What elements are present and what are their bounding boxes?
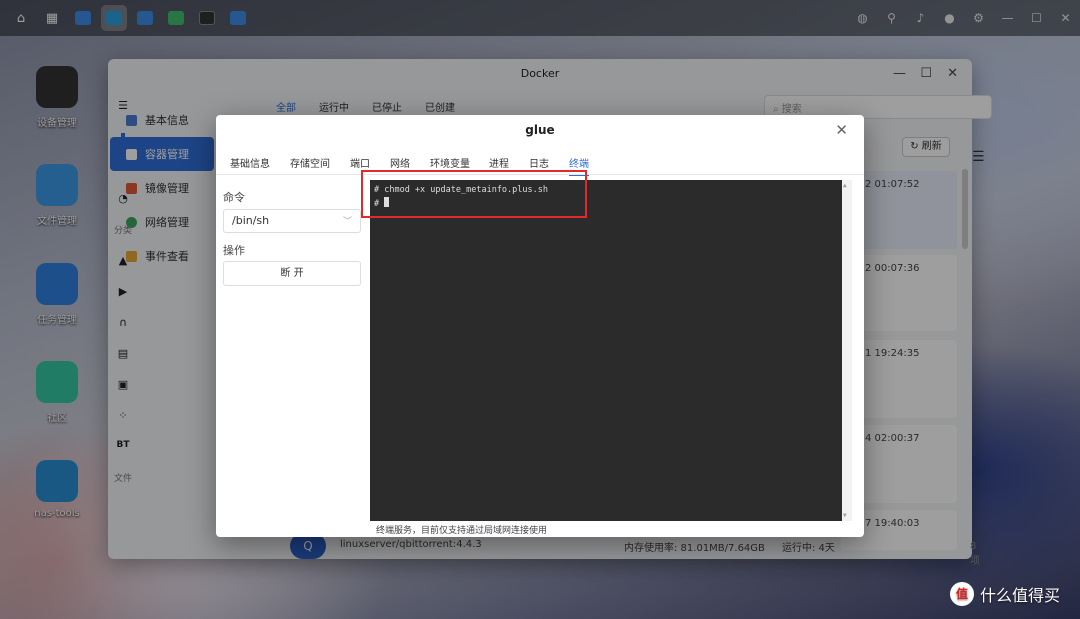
watermark-logo: 值 [950,582,974,606]
tab-storage[interactable]: 存储空间 [290,155,330,176]
action-label: 操作 [223,244,245,257]
watermark-text: 什么值得买 [980,586,1061,605]
command-value: /bin/sh [232,214,270,227]
tab-basic-info[interactable]: 基础信息 [230,155,270,176]
close-icon[interactable]: ✕ [835,121,848,139]
disconnect-button[interactable]: 断 开 [223,261,361,286]
terminal-scrollbar[interactable]: ▲ ▼ [842,180,852,521]
watermark: 值什么值得买 [950,582,1060,606]
modal-title: glue [525,123,555,137]
command-label: 命令 [223,191,245,204]
highlight-box [361,170,587,218]
command-select[interactable]: /bin/sh ﹀ [223,209,361,233]
terminal-footer-note: 终端服务，目前仅支持通过局域网连接使用 [376,526,548,536]
scroll-up-icon[interactable]: ▲ [843,182,847,189]
chevron-down-icon: ﹀ [342,217,352,227]
scroll-down-icon[interactable]: ▼ [843,512,847,519]
terminal[interactable]: # chmod +x update_metainfo.plus.sh # ▲ ▼ [370,180,852,521]
